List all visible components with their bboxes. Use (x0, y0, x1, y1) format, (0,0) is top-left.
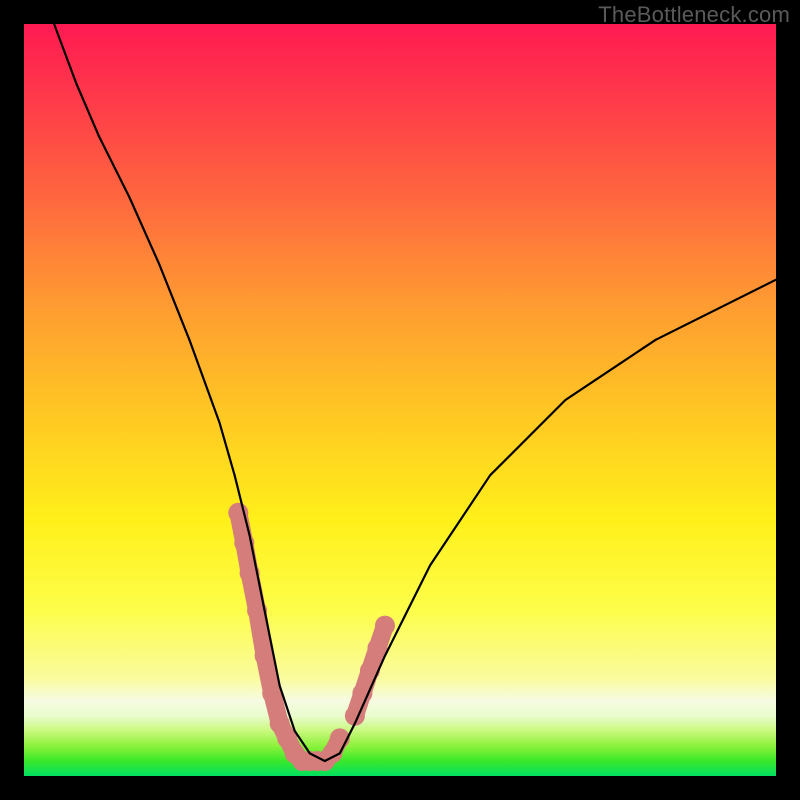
marker-layer (228, 503, 395, 771)
bottleneck-curve (54, 24, 776, 761)
outer-frame: TheBottleneck.com (0, 0, 800, 800)
marker-cluster-right-dot (375, 616, 395, 636)
marker-cluster-right-dot (360, 661, 380, 681)
plot-area (24, 24, 776, 776)
chart-svg (24, 24, 776, 776)
